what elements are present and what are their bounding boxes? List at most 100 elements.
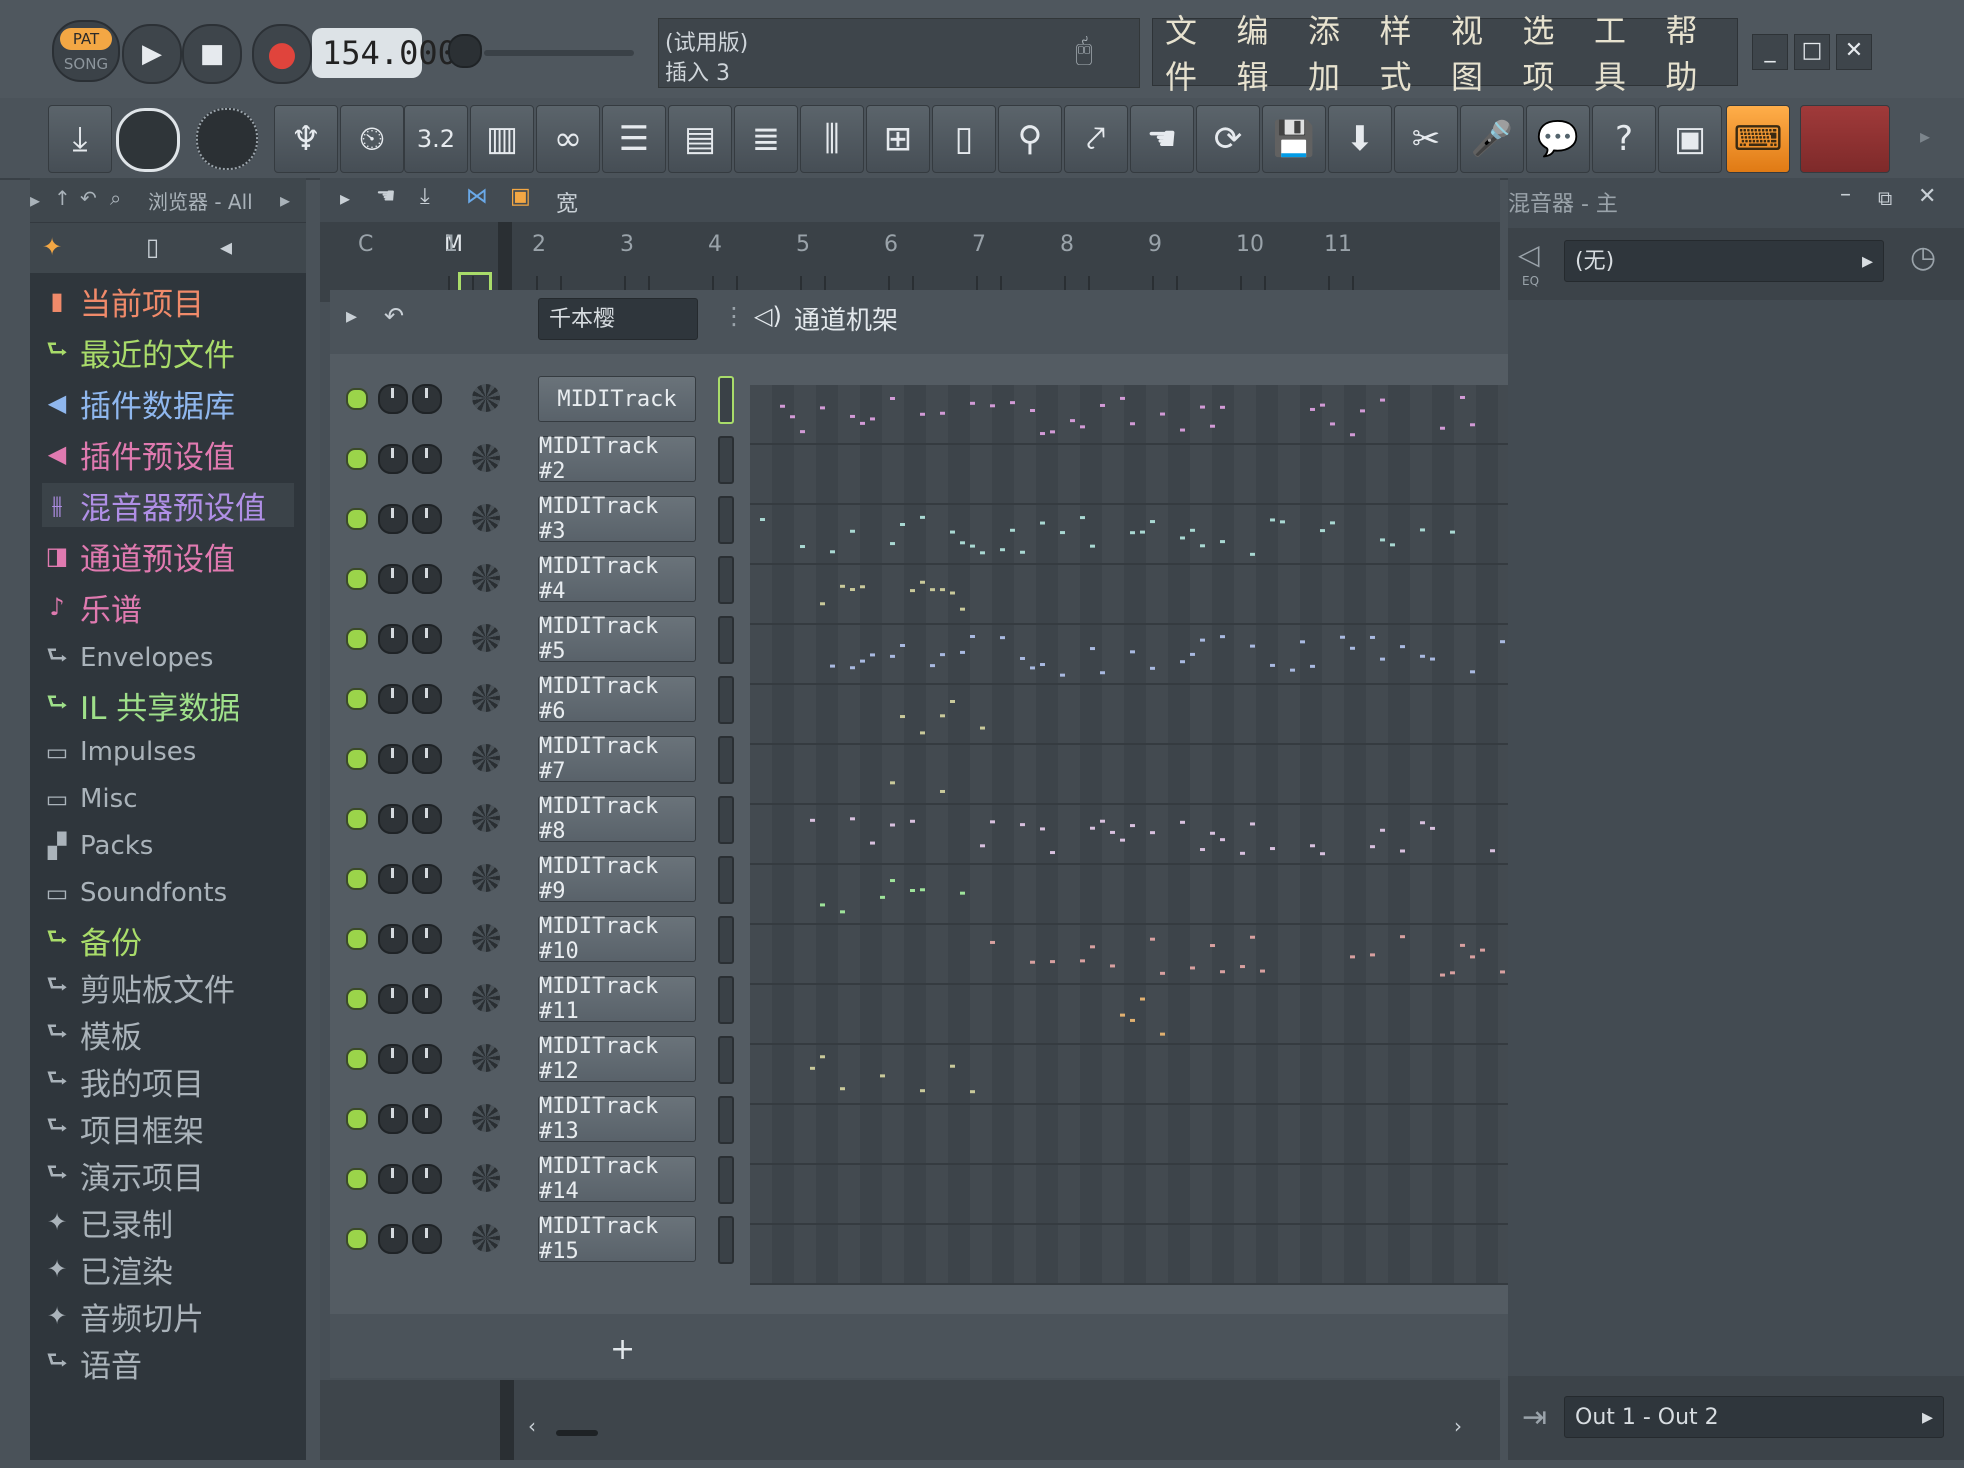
menu-edit[interactable]: 编辑 bbox=[1237, 6, 1293, 98]
insert-dropdown[interactable]: (无) ▸ bbox=[1564, 240, 1884, 282]
help-icon[interactable]: ? bbox=[1592, 105, 1656, 173]
channel-filter-dropdown[interactable]: 千本樱 bbox=[538, 298, 698, 340]
channel-pan-knob[interactable] bbox=[412, 984, 442, 1014]
channel-mute-led[interactable] bbox=[346, 808, 368, 830]
browser-item[interactable]: ▞ Packs bbox=[42, 824, 294, 868]
channel-select-indicator[interactable] bbox=[718, 376, 734, 424]
bar-number[interactable]: 2 bbox=[532, 232, 546, 257]
hand-icon[interactable]: ☚ bbox=[376, 184, 396, 209]
microphone-icon[interactable]: 🎤 bbox=[1460, 105, 1524, 173]
refresh-icon[interactable]: ⟳ bbox=[1196, 105, 1260, 173]
channel-mixer-target[interactable] bbox=[472, 1224, 500, 1252]
clock-icon[interactable]: ◷ bbox=[1910, 240, 1936, 275]
browser-item[interactable]: ⮑ 我的项目 bbox=[42, 1059, 294, 1103]
browser-item[interactable]: ⮑ 备份 bbox=[42, 918, 294, 962]
browser-item[interactable]: ⮑ 项目框架 bbox=[42, 1106, 294, 1150]
play-button[interactable]: ▶ bbox=[122, 24, 182, 84]
ruler-c[interactable]: C bbox=[358, 232, 373, 257]
channel-volume-knob[interactable] bbox=[378, 1044, 408, 1074]
search-icon[interactable]: ⌕ bbox=[110, 186, 121, 210]
channel-volume-knob[interactable] bbox=[378, 1104, 408, 1134]
bar-number[interactable]: 7 bbox=[972, 232, 986, 257]
browser-item[interactable]: ✦ 已录制 bbox=[42, 1200, 294, 1244]
browser-item[interactable]: ⮑ 演示项目 bbox=[42, 1153, 294, 1197]
pin-icon[interactable]: ⤓ bbox=[420, 184, 430, 209]
channel-pan-knob[interactable] bbox=[412, 684, 442, 714]
channel-mute-led[interactable] bbox=[346, 628, 368, 650]
output-icon[interactable]: ⇥ bbox=[1522, 1400, 1547, 1435]
rack-undo-icon[interactable]: ↶ bbox=[384, 302, 404, 330]
song-label[interactable]: SONG bbox=[60, 54, 112, 74]
rack-collapse-icon[interactable]: ▸ bbox=[346, 304, 357, 329]
channel-pan-knob[interactable] bbox=[412, 924, 442, 954]
plugin-icon[interactable]: ⚲ bbox=[998, 105, 1062, 173]
channel-mute-led[interactable] bbox=[346, 388, 368, 410]
channel-volume-knob[interactable] bbox=[378, 864, 408, 894]
channel-mute-led[interactable] bbox=[346, 1168, 368, 1190]
channel-name-button[interactable]: MIDITrack #2 bbox=[538, 434, 696, 484]
browser-item[interactable]: ✦ 音频切片 bbox=[42, 1294, 294, 1338]
close-button[interactable]: ✕ bbox=[1836, 34, 1872, 70]
channel-volume-knob[interactable] bbox=[378, 624, 408, 654]
stop-button[interactable]: ■ bbox=[182, 24, 242, 84]
channel-select-indicator[interactable] bbox=[718, 1036, 734, 1084]
channel-mixer-target[interactable] bbox=[472, 384, 500, 412]
tempo-display[interactable]: 154.000 bbox=[312, 28, 457, 78]
channel-name-button[interactable]: MIDITrack #10 bbox=[538, 914, 696, 964]
channel-pan-knob[interactable] bbox=[412, 624, 442, 654]
browser-tree-icon[interactable]: ⊞ bbox=[866, 105, 930, 173]
browser-item[interactable]: ⫵ 混音器预设值 bbox=[42, 483, 294, 527]
bar-number[interactable]: 1 bbox=[444, 232, 458, 257]
record-button[interactable]: ● bbox=[252, 24, 312, 84]
channel-mute-led[interactable] bbox=[346, 1108, 368, 1130]
browser-item[interactable]: ✦ 已渲染 bbox=[42, 1247, 294, 1291]
channel-select-indicator[interactable] bbox=[718, 436, 734, 484]
bar-number[interactable]: 9 bbox=[1148, 232, 1162, 257]
browser-item[interactable]: ⮑ IL 共享数据 bbox=[42, 683, 294, 727]
channel-volume-knob[interactable] bbox=[378, 504, 408, 534]
channel-mixer-target[interactable] bbox=[472, 924, 500, 952]
channel-select-indicator[interactable] bbox=[718, 916, 734, 964]
menu-view[interactable]: 视图 bbox=[1451, 6, 1507, 98]
channel-pan-knob[interactable] bbox=[412, 744, 442, 774]
channel-mixer-target[interactable] bbox=[472, 1044, 500, 1072]
cut-icon[interactable]: ✂ bbox=[1394, 105, 1458, 173]
master-pitch-slider[interactable] bbox=[484, 50, 634, 56]
menu-options[interactable]: 选项 bbox=[1523, 6, 1579, 98]
channel-pan-knob[interactable] bbox=[412, 864, 442, 894]
channel-mixer-target[interactable] bbox=[472, 744, 500, 772]
browser-collapse-icon[interactable]: ▸ bbox=[30, 188, 40, 212]
channel-select-indicator[interactable] bbox=[718, 496, 734, 544]
channel-mute-led[interactable] bbox=[346, 988, 368, 1010]
metronome-icon[interactable]: ♆ bbox=[274, 105, 338, 173]
rack-menu-icon[interactable]: ⋮ bbox=[722, 302, 746, 330]
scroll-right-icon[interactable]: › bbox=[1454, 1414, 1462, 1438]
menu-patterns[interactable]: 样式 bbox=[1380, 6, 1436, 98]
channel-mute-led[interactable] bbox=[346, 868, 368, 890]
channel-mute-led[interactable] bbox=[346, 688, 368, 710]
channel-name-button[interactable]: MIDITrack #4 bbox=[538, 554, 696, 604]
channel-name-button[interactable]: MIDITrack bbox=[538, 376, 696, 422]
channel-select-indicator[interactable] bbox=[718, 856, 734, 904]
minimize-button[interactable]: _ bbox=[1752, 34, 1788, 70]
channel-mixer-target[interactable] bbox=[472, 504, 500, 532]
channel-select-indicator[interactable] bbox=[718, 796, 734, 844]
snap-knob[interactable] bbox=[116, 108, 180, 172]
browser-item[interactable]: ⮑ Envelopes bbox=[42, 636, 294, 680]
channel-select-indicator[interactable] bbox=[718, 1156, 734, 1204]
bar-number[interactable]: 11 bbox=[1324, 232, 1352, 257]
browser-item[interactable]: ▭ Misc bbox=[42, 777, 294, 821]
channel-pan-knob[interactable] bbox=[412, 564, 442, 594]
channel-mixer-target[interactable] bbox=[472, 804, 500, 832]
menu-help[interactable]: 帮助 bbox=[1666, 6, 1722, 98]
main-knob[interactable] bbox=[196, 108, 258, 170]
channel-mute-led[interactable] bbox=[346, 568, 368, 590]
speaker-icon[interactable]: ◁ bbox=[1518, 238, 1540, 271]
horizontal-scrollbar[interactable] bbox=[556, 1430, 598, 1436]
menu-add[interactable]: 添加 bbox=[1308, 6, 1364, 98]
countdown-icon[interactable]: 3.2 bbox=[404, 105, 468, 173]
channel-name-button[interactable]: MIDITrack #11 bbox=[538, 974, 696, 1024]
channel-mixer-target[interactable] bbox=[472, 1164, 500, 1192]
channel-pan-knob[interactable] bbox=[412, 384, 442, 414]
mixer-minimize-icon[interactable]: – bbox=[1840, 182, 1851, 207]
